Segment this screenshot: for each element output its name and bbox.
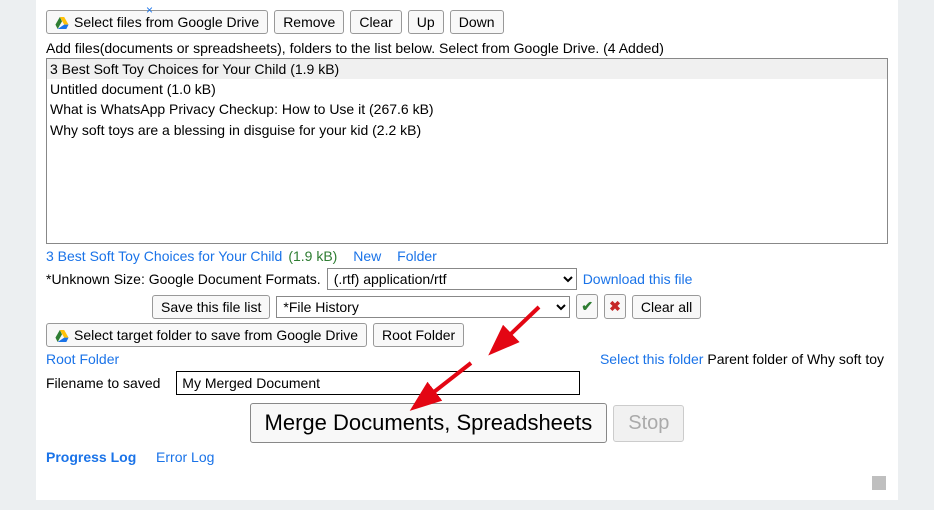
format-select[interactable]: (.rtf) application/rtf — [327, 268, 577, 290]
list-item[interactable]: Untitled document (1.0 kB) — [47, 79, 887, 99]
list-item[interactable]: 3 Best Soft Toy Choices for Your Child (… — [47, 59, 887, 79]
folder-info-row: Root Folder Select this folder Parent fo… — [46, 351, 888, 367]
new-link[interactable]: New — [353, 248, 381, 264]
format-row: *Unknown Size: Google Document Formats. … — [46, 268, 888, 290]
down-button[interactable]: Down — [450, 10, 504, 34]
action-row: Merge Documents, Spreadsheets Stop — [46, 403, 888, 443]
up-button[interactable]: Up — [408, 10, 444, 34]
merge-button[interactable]: Merge Documents, Spreadsheets — [250, 403, 608, 443]
x-icon: ✖ — [609, 298, 621, 315]
error-log-link[interactable]: Error Log — [156, 449, 214, 465]
top-button-row: Select files from Google Drive Remove Cl… — [46, 10, 888, 34]
google-drive-icon — [55, 329, 69, 341]
clear-all-button[interactable]: Clear all — [632, 295, 701, 319]
root-folder-button[interactable]: Root Folder — [373, 323, 464, 347]
progress-log-link[interactable]: Progress Log — [46, 449, 136, 465]
save-list-row: Save this file list *File History ✔ ✖ Cl… — [46, 294, 888, 319]
log-row: Progress Log Error Log — [46, 449, 888, 465]
formats-label: *Unknown Size: Google Document Formats. — [46, 271, 321, 287]
remove-button[interactable]: Remove — [274, 10, 344, 34]
select-files-label: Select files from Google Drive — [74, 14, 259, 30]
check-icon: ✔ — [581, 298, 593, 315]
google-drive-icon — [55, 16, 69, 28]
filename-label: Filename to saved — [46, 375, 160, 391]
save-file-list-button[interactable]: Save this file list — [152, 295, 270, 319]
root-folder-link[interactable]: Root Folder — [46, 351, 119, 367]
target-folder-row: Select target folder to save from Google… — [46, 323, 888, 347]
main-panel: × Select files from Google Drive Remove … — [36, 0, 898, 500]
download-file-link[interactable]: Download this file — [583, 271, 693, 287]
scrollbar-handle[interactable] — [872, 476, 886, 490]
delete-button[interactable]: ✖ — [604, 294, 626, 319]
select-target-button[interactable]: Select target folder to save from Google… — [46, 323, 367, 347]
list-item[interactable]: Why soft toys are a blessing in disguise… — [47, 120, 887, 140]
clear-button[interactable]: Clear — [350, 10, 401, 34]
selected-file-size: (1.9 kB) — [288, 248, 337, 264]
selected-file-link[interactable]: 3 Best Soft Toy Choices for Your Child — [46, 248, 282, 264]
instruction-text: Add files(documents or spreadsheets), fo… — [46, 38, 888, 58]
confirm-button[interactable]: ✔ — [576, 294, 598, 319]
select-this-folder-link[interactable]: Select this folder — [600, 351, 704, 367]
folder-link[interactable]: Folder — [397, 248, 437, 264]
filename-input[interactable] — [176, 371, 580, 395]
file-list[interactable]: 3 Best Soft Toy Choices for Your Child (… — [46, 58, 888, 244]
select-files-button[interactable]: Select files from Google Drive — [46, 10, 268, 34]
selected-file-row: 3 Best Soft Toy Choices for Your Child (… — [46, 248, 888, 264]
list-item[interactable]: What is WhatsApp Privacy Checkup: How to… — [47, 99, 887, 119]
select-target-label: Select target folder to save from Google… — [74, 327, 358, 343]
filename-row: Filename to saved — [46, 371, 888, 395]
parent-folder-info: Select this folder Parent folder of Why … — [600, 351, 884, 367]
close-icon[interactable]: × — [146, 3, 153, 17]
stop-button: Stop — [613, 405, 684, 442]
parent-folder-text: Parent folder of Why soft toy — [707, 351, 884, 367]
file-history-select[interactable]: *File History — [276, 296, 570, 318]
